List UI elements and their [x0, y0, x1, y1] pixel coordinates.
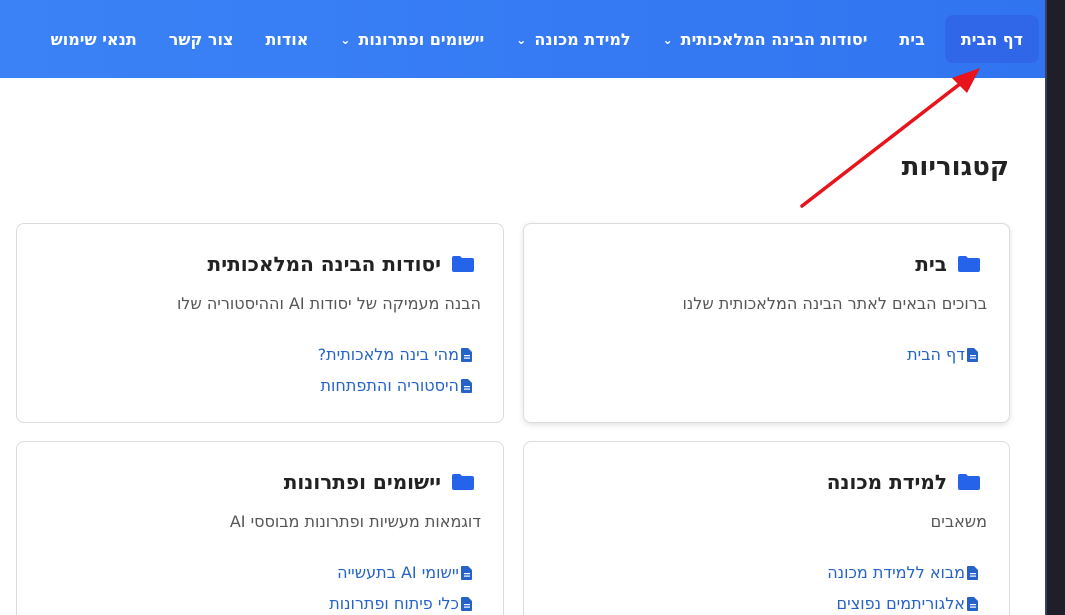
nav-item-label: צור קשר: [168, 29, 234, 49]
file-document-icon: [967, 347, 979, 362]
folder-icon: [957, 255, 981, 273]
page-title: קטגוריות: [901, 152, 1009, 182]
file-document-icon: [967, 596, 979, 611]
card-title[interactable]: למידת מכונה: [548, 470, 981, 494]
card-title-text: יסודות הבינה המלאכותית: [207, 252, 441, 276]
card-title[interactable]: יסודות הבינה המלאכותית: [41, 252, 475, 276]
category-card-applications: יישומים ופתרונות דוגמאות מעשיות ופתרונות…: [16, 441, 504, 615]
nav-item-label: דף הבית: [960, 29, 1023, 49]
card-description: ברוכים הבאים לאתר הבינה המלאכותית שלנו: [682, 294, 987, 313]
card-description: משאבים: [930, 512, 987, 531]
nav-item-home[interactable]: בית: [883, 15, 940, 63]
nav-item-applications[interactable]: יישומים ופתרונות ⌄: [324, 15, 500, 63]
arrow-shaft: [800, 78, 967, 208]
card-link[interactable]: יישומי AI בתעשייה: [41, 557, 473, 588]
nav-item-label: יישומים ופתרונות: [358, 29, 485, 49]
folder-icon: [451, 473, 475, 491]
category-card-home: בית ברוכים הבאים לאתר הבינה המלאכותית של…: [523, 223, 1010, 423]
folder-icon: [451, 255, 475, 273]
file-document-icon: [461, 347, 473, 362]
card-link-text: מהי בינה מלאכותית?: [317, 345, 459, 364]
window-edge: [1045, 0, 1065, 615]
card-link-list: מהי בינה מלאכותית? היסטוריה והתפתחות: [41, 339, 473, 401]
chevron-down-icon: ⌄: [662, 33, 673, 47]
category-card-machine-learning: למידת מכונה משאבים מבוא ללמידת מכונה אלג…: [523, 441, 1010, 615]
nav-item-label: בית: [899, 29, 925, 49]
card-link[interactable]: אלגוריתמים נפוצים: [548, 588, 979, 615]
card-link[interactable]: כלי פיתוח ופתרונות: [41, 588, 473, 615]
page-viewport: דף הבית בית יסודות הבינה המלאכותית ⌄ למי…: [0, 0, 1045, 615]
card-link[interactable]: דף הבית: [548, 339, 979, 370]
card-link[interactable]: מבוא ללמידת מכונה: [548, 557, 979, 588]
card-link-list: דף הבית: [548, 339, 979, 370]
nav-item-label: למידת מכונה: [534, 29, 631, 49]
card-title-text: בית: [915, 252, 947, 276]
card-description: הבנה מעמיקה של יסודות AI וההיסטוריה שלו: [176, 294, 481, 313]
card-link[interactable]: מהי בינה מלאכותית?: [41, 339, 473, 370]
card-link-text: יישומי AI בתעשייה: [337, 563, 459, 582]
file-document-icon: [461, 565, 473, 580]
card-link-text: אלגוריתמים נפוצים: [836, 594, 965, 613]
nav-item-terms[interactable]: תנאי שימוש: [35, 15, 153, 63]
card-title-text: יישומים ופתרונות: [283, 470, 441, 494]
card-description: דוגמאות מעשיות ופתרונות מבוססי AI: [229, 512, 481, 531]
nav-item-ai-fundamentals[interactable]: יסודות הבינה המלאכותית ⌄: [647, 15, 884, 63]
nav-item-about[interactable]: אודות: [249, 15, 324, 63]
card-title[interactable]: יישומים ופתרונות: [41, 470, 475, 494]
chevron-down-icon: ⌄: [516, 33, 527, 47]
card-link-list: מבוא ללמידת מכונה אלגוריתמים נפוצים: [548, 557, 979, 615]
file-document-icon: [967, 565, 979, 580]
card-title-text: למידת מכונה: [826, 470, 947, 494]
file-document-icon: [461, 596, 473, 611]
nav-item-label: יסודות הבינה המלאכותית: [680, 29, 868, 49]
chevron-down-icon: ⌄: [340, 33, 351, 47]
category-card-ai-fundamentals: יסודות הבינה המלאכותית הבנה מעמיקה של יס…: [16, 223, 504, 423]
nav-item-contact[interactable]: צור קשר: [153, 15, 250, 63]
card-link-text: כלי פיתוח ופתרונות: [329, 594, 459, 613]
card-link-text: מבוא ללמידת מכונה: [827, 563, 965, 582]
card-link[interactable]: היסטוריה והתפתחות: [41, 370, 473, 401]
main-navbar: דף הבית בית יסודות הבינה המלאכותית ⌄ למי…: [0, 0, 1045, 78]
nav-item-home-page[interactable]: דף הבית: [944, 15, 1039, 63]
nav-item-machine-learning[interactable]: למידת מכונה ⌄: [500, 15, 646, 63]
card-link-list: יישומי AI בתעשייה כלי פיתוח ופתרונות: [41, 557, 473, 615]
nav-item-label: אודות: [265, 29, 309, 49]
file-document-icon: [461, 378, 473, 393]
card-link-text: דף הבית: [907, 345, 965, 364]
card-link-text: היסטוריה והתפתחות: [320, 376, 459, 395]
card-title[interactable]: בית: [548, 252, 981, 276]
folder-icon: [957, 473, 981, 491]
nav-item-label: תנאי שימוש: [50, 29, 137, 49]
